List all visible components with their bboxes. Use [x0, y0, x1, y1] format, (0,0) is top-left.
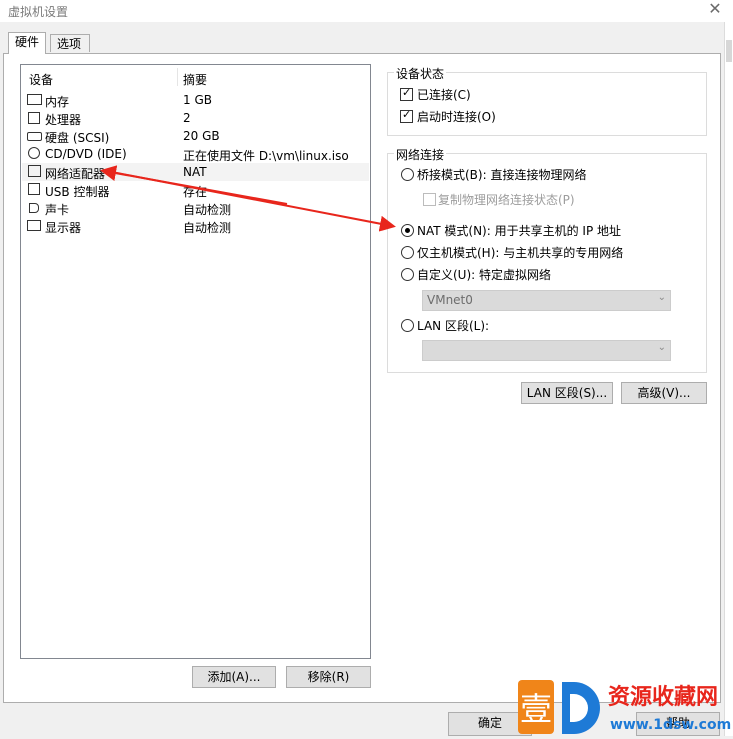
watermark: 壹 资源收藏网 www.1dsw.com: [516, 676, 733, 736]
svg-text:壹: 壹: [520, 690, 552, 728]
arrow-to-nat-mode: [111, 171, 396, 232]
svg-text:www.1dsw.com: www.1dsw.com: [610, 717, 731, 733]
watermark-logo: 壹 资源收藏网 www.1dsw.com: [518, 680, 731, 734]
tab-hardware[interactable]: 硬件: [8, 32, 46, 54]
annotation-arrows: [100, 165, 396, 232]
svg-text:资源收藏网: 资源收藏网: [608, 684, 718, 710]
